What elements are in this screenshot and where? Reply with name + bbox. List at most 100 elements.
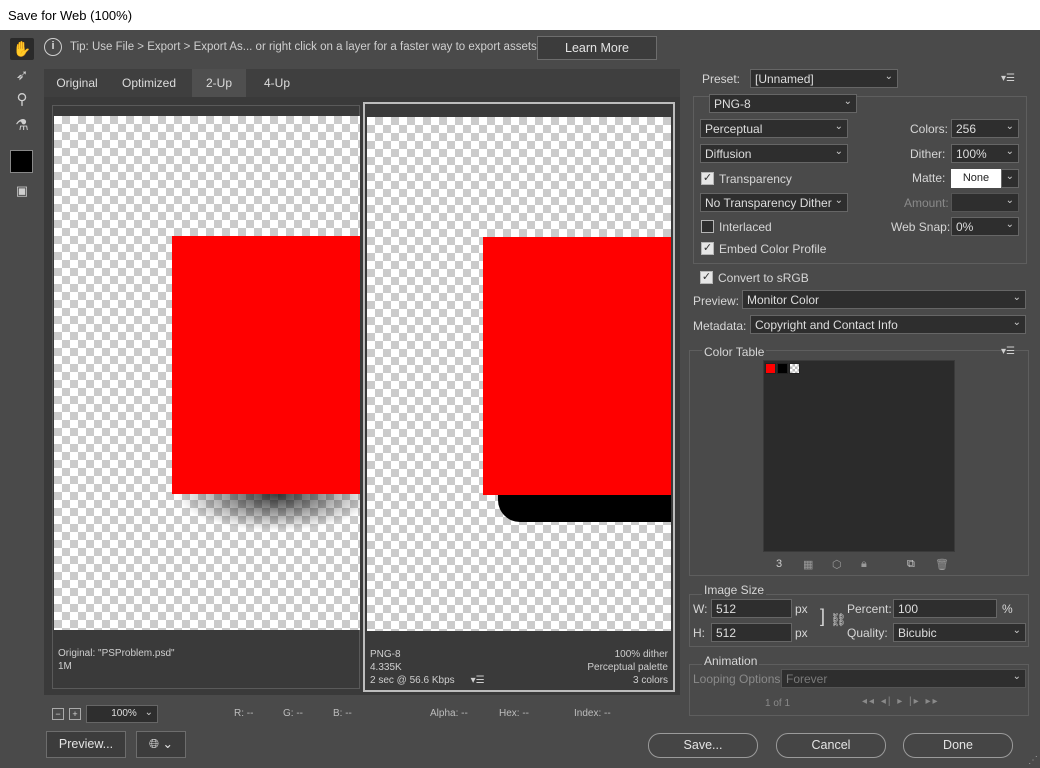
convert-srgb-checkbox[interactable]: ✓ xyxy=(700,271,713,284)
color-swatch-red[interactable] xyxy=(765,363,776,374)
percent-unit: % xyxy=(1002,602,1013,616)
color-count: 3 xyxy=(776,558,783,570)
interlaced-checkbox[interactable] xyxy=(701,220,714,233)
soft-shadow xyxy=(176,491,360,531)
transparency-checkbox[interactable]: ✓ xyxy=(701,172,714,185)
chevron-down-icon: ⌄ xyxy=(1012,671,1021,682)
browser-preview-button[interactable]: 🌐︎ ⌄ xyxy=(136,731,186,758)
resize-grip-icon[interactable]: ⋰ xyxy=(1028,755,1038,766)
height-input[interactable]: 512 xyxy=(711,623,792,642)
quality-select[interactable]: Bicubic ⌄ xyxy=(893,623,1026,642)
metadata-select[interactable]: Copyright and Contact Info ⌄ xyxy=(750,315,1026,334)
add-color-icon[interactable]: ⧉ xyxy=(907,558,915,571)
optimized-filesize: 4.335K xyxy=(370,662,402,673)
palette-info: Perceptual palette xyxy=(587,662,668,673)
done-button[interactable]: Done xyxy=(903,733,1013,758)
chevron-down-icon: ⌄ xyxy=(834,146,843,157)
preset-menu-icon[interactable]: ▾☰ xyxy=(1001,73,1015,84)
original-image-canvas xyxy=(54,116,360,630)
save-button[interactable]: Save... xyxy=(648,733,758,758)
colors-value: 256 xyxy=(956,122,977,136)
optimized-format: PNG-8 xyxy=(370,649,401,660)
hand-tool-icon[interactable]: ✋ xyxy=(10,38,34,60)
chevron-down-icon: ⌄ xyxy=(1005,219,1014,230)
zoom-out-icon[interactable]: − xyxy=(52,708,64,720)
convert-srgb-label: Convert to sRGB xyxy=(718,271,809,285)
preview-select[interactable]: Monitor Color ⌄ xyxy=(742,290,1026,309)
matte-label: Matte: xyxy=(912,171,946,185)
original-pane[interactable]: Original: "PSProblem.psd" 1M xyxy=(52,105,360,689)
link-proportions-icon[interactable]: ⛓ xyxy=(830,612,847,628)
slice-select-tool-icon[interactable]: ➶ xyxy=(10,64,34,86)
format-select[interactable]: PNG-8 ⌄ xyxy=(709,94,857,113)
preset-select[interactable]: [Unnamed] ⌄ xyxy=(750,69,898,88)
chevron-down-icon: ⌄ xyxy=(834,121,843,132)
color-table-menu-icon[interactable]: ▾☰ xyxy=(1001,346,1015,357)
color-reduction-select[interactable]: Perceptual ⌄ xyxy=(700,119,848,138)
delete-color-icon[interactable]: 🗑︎ xyxy=(935,558,949,571)
zoom-level-select[interactable]: 100% ⌄ xyxy=(86,705,158,723)
interlaced-label: Interlaced xyxy=(719,220,772,234)
toggle-slices-icon[interactable]: ▣ xyxy=(10,180,34,202)
chevron-down-icon: ⌄ xyxy=(1005,121,1014,132)
embed-color-profile-checkbox[interactable]: ✓ xyxy=(701,242,714,255)
next-frame-icon[interactable]: |▸ xyxy=(909,696,921,707)
chevron-down-icon: ⌄ xyxy=(1012,317,1021,328)
chevron-down-icon: ⌄ xyxy=(1005,195,1014,206)
play-icon[interactable]: ▸ xyxy=(897,696,904,707)
learn-more-button[interactable]: Learn More xyxy=(537,36,657,60)
cancel-button[interactable]: Cancel xyxy=(776,733,886,758)
lock-color-icon[interactable]: 🔒︎ xyxy=(861,558,867,571)
image-size-title: Image Size xyxy=(702,583,767,597)
tab-optimized[interactable]: Optimized xyxy=(110,69,188,97)
width-input[interactable]: 512 xyxy=(711,599,792,618)
tab-4-up[interactable]: 4-Up xyxy=(248,69,306,97)
window-title: Save for Web (100%) xyxy=(8,8,133,23)
web-snap-select[interactable]: 0% ⌄ xyxy=(951,217,1019,236)
transparency-dither-select[interactable]: No Transparency Dither ⌄ xyxy=(700,193,848,212)
hex-readout: Hex: -- xyxy=(499,708,529,719)
tool-column: ✋ ➶ ⚲ ⚗ ▣ xyxy=(6,36,36,206)
first-frame-icon[interactable]: ◂◂ xyxy=(862,696,876,707)
map-to-transparent-icon[interactable]: ▦ xyxy=(803,558,813,571)
amount-label: Amount: xyxy=(904,196,949,210)
web-shift-icon[interactable]: ⬡ xyxy=(832,558,842,571)
color-swatch-transparent[interactable] xyxy=(789,363,800,374)
looping-select[interactable]: Forever ⌄ xyxy=(781,669,1026,688)
original-size: 1M xyxy=(58,661,72,672)
amount-select[interactable]: ⌄ xyxy=(951,193,1019,212)
format-value: PNG-8 xyxy=(714,97,751,111)
optimized-pane[interactable]: PNG-8 4.335K 2 sec @ 56.6 Kbps ▾☰ 100% di… xyxy=(363,102,675,692)
animation-controls: ◂◂ ◂| ▸ |▸ ▸▸ xyxy=(862,696,940,707)
hard-shadow xyxy=(498,492,671,522)
last-frame-icon[interactable]: ▸▸ xyxy=(925,696,939,707)
color-table-title: Color Table xyxy=(702,345,767,359)
eyedropper-tool-icon[interactable]: ⚗ xyxy=(10,114,34,136)
color-reduction-value: Perceptual xyxy=(705,122,763,136)
dither-value: 100% xyxy=(956,147,987,161)
dither-algorithm-select[interactable]: Diffusion ⌄ xyxy=(700,144,848,163)
colors-select[interactable]: 256 ⌄ xyxy=(951,119,1019,138)
matte-swatch[interactable]: None xyxy=(951,169,1001,188)
zoom-tool-icon[interactable]: ⚲ xyxy=(10,88,34,110)
red-square xyxy=(172,236,360,494)
previous-frame-icon[interactable]: ◂| xyxy=(881,696,893,707)
tab-2-up[interactable]: 2-Up xyxy=(192,69,246,97)
dither-label: Dither: xyxy=(910,147,946,161)
web-snap-value: 0% xyxy=(956,220,974,234)
optimized-image-canvas xyxy=(367,117,671,631)
eyedropper-color-swatch[interactable] xyxy=(10,150,33,173)
matte-dropdown[interactable]: ⌄ xyxy=(1001,169,1019,188)
preview-button[interactable]: Preview... xyxy=(46,731,126,758)
chevron-down-icon: ⌄ xyxy=(1012,625,1021,636)
dither-algorithm-value: Diffusion xyxy=(705,147,752,161)
percent-input[interactable]: 100 xyxy=(893,599,997,618)
zoom-in-icon[interactable]: + xyxy=(69,708,81,720)
color-swatch-black[interactable] xyxy=(777,363,788,374)
quality-value: Bicubic xyxy=(898,626,937,640)
width-unit: px xyxy=(795,602,808,616)
download-speed-menu-icon[interactable]: ▾☰ xyxy=(471,675,485,686)
blue-readout: B: -- xyxy=(333,708,352,719)
dither-select[interactable]: 100% ⌄ xyxy=(951,144,1019,163)
tab-original[interactable]: Original xyxy=(46,69,108,97)
